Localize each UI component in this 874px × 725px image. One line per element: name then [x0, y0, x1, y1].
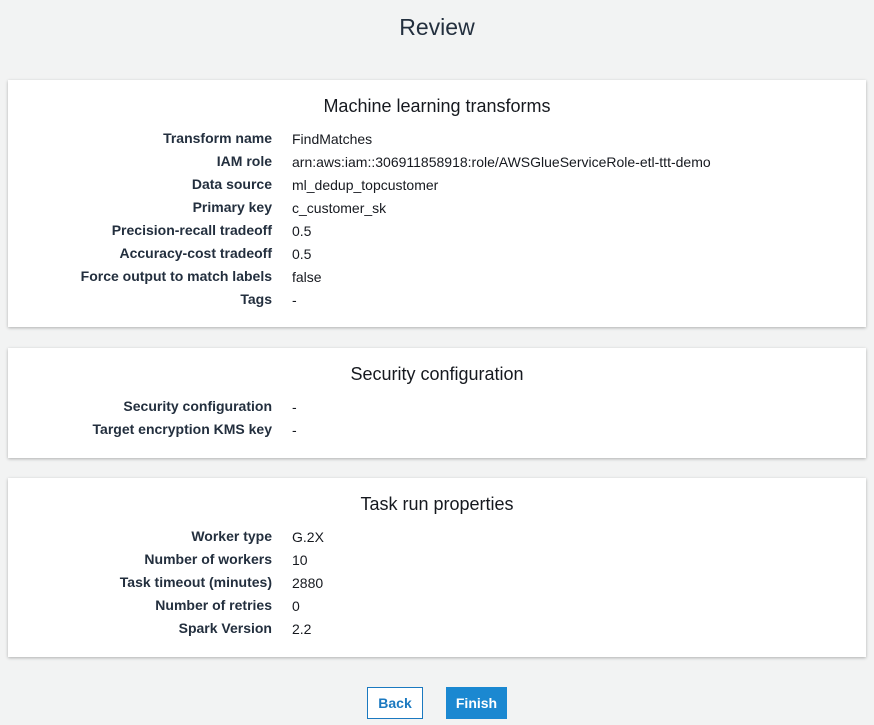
field-value: G.2X	[292, 529, 324, 545]
field-label: Target encryption KMS key	[92, 421, 272, 437]
field-value: -	[292, 399, 297, 415]
field-row: Precision-recall tradeoff 0.5	[8, 222, 866, 245]
field-value: -	[292, 292, 297, 308]
field-value: 2880	[292, 575, 324, 591]
field-row: Spark Version 2.2	[8, 620, 866, 643]
field-value: -	[292, 422, 297, 438]
field-row: IAM role arn:aws:iam::306911858918:role/…	[8, 153, 866, 176]
field-value: arn:aws:iam::306911858918:role/AWSGlueSe…	[292, 154, 711, 170]
field-value: 0.5	[292, 246, 312, 262]
section-title: Security configuration	[350, 364, 524, 384]
field-label: Primary key	[192, 199, 272, 215]
field-row: Force output to match labels false	[8, 268, 866, 291]
field-label: Precision-recall tradeoff	[111, 222, 272, 238]
field-value: ml_dedup_topcustomer	[292, 177, 439, 193]
ml-transforms-panel: Machine learning transforms Transform na…	[8, 80, 866, 327]
back-button[interactable]: Back	[367, 687, 423, 719]
field-row: Target encryption KMS key -	[8, 421, 866, 444]
field-row: Worker type G.2X	[8, 528, 866, 551]
field-label: Tags	[240, 291, 272, 307]
security-configuration-panel: Security configuration Security configur…	[8, 348, 866, 458]
field-label: Spark Version	[178, 620, 272, 636]
section-title: Machine learning transforms	[323, 96, 551, 116]
field-label: Task timeout (minutes)	[119, 574, 272, 590]
field-label: Security configuration	[123, 398, 272, 414]
field-label: Data source	[191, 176, 272, 192]
field-row: Security configuration -	[8, 398, 866, 421]
field-row: Data source ml_dedup_topcustomer	[8, 176, 866, 199]
task-run-properties-panel: Task run properties Worker type G.2X Num…	[8, 478, 866, 657]
field-label: Number of workers	[144, 551, 272, 567]
field-label: Number of retries	[155, 597, 272, 613]
field-row: Number of workers 10	[8, 551, 866, 574]
field-value: FindMatches	[292, 131, 373, 147]
page-title: Review	[399, 14, 475, 40]
field-value: 0.5	[292, 223, 312, 239]
field-label: Transform name	[163, 130, 272, 146]
field-row: Transform name FindMatches	[8, 130, 866, 153]
field-value: 10	[292, 552, 308, 568]
section-title: Task run properties	[360, 494, 514, 514]
field-label: Worker type	[191, 528, 272, 544]
field-row: Primary key c_customer_sk	[8, 199, 866, 222]
field-label: IAM role	[216, 153, 272, 169]
field-row: Number of retries 0	[8, 597, 866, 620]
field-row: Tags -	[8, 291, 866, 314]
field-value: false	[292, 269, 322, 285]
field-row: Accuracy-cost tradeoff 0.5	[8, 245, 866, 268]
field-row: Task timeout (minutes) 2880	[8, 574, 866, 597]
field-value: 2.2	[292, 621, 312, 637]
field-value: 0	[292, 598, 300, 614]
field-label: Accuracy-cost tradeoff	[119, 245, 273, 261]
field-label: Force output to match labels	[80, 268, 272, 284]
finish-button[interactable]: Finish	[446, 687, 507, 719]
field-value: c_customer_sk	[292, 200, 387, 216]
